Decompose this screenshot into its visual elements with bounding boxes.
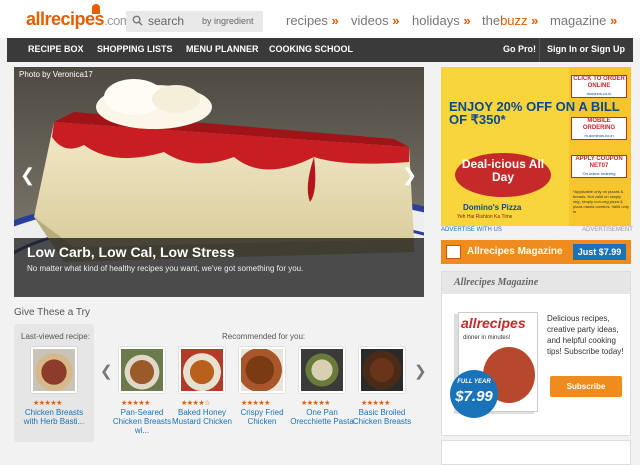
nav-arrow-icon: » [610,13,618,28]
nav-the-buzz[interactable]: thebuzz » [482,13,538,28]
rating-stars-icon: ★★★★★ [121,400,150,407]
nav-arrow-icon: » [331,13,339,28]
next-widget-edge [441,440,631,465]
magazine-cover-title: allrecipes [461,315,526,331]
price-badge-price: $7.99 [455,388,493,405]
ad-box-title: APPLY COUPON NET07 [575,156,623,169]
nav-magazine-label: magazine [550,13,607,28]
recipe-link[interactable]: Pan-Seared Chicken Breasts wi... [110,408,174,435]
hero-prev-arrow-icon[interactable]: ❮ [20,165,35,186]
advertisement-label: ADVERTISEMENT [582,227,633,233]
main-navbar: RECIPE BOX SHOPPING LISTS MENU PLANNER C… [7,38,633,62]
ad-box-sub: dominos.co.in [586,91,612,96]
price-badge: FULL YEAR $7.99 [450,370,498,418]
ad-box-title: CLICK TO ORDER ONLINE [573,76,625,89]
nav-arrow-icon: » [392,13,400,28]
ad-box-sub: m.dominos.co.in [584,133,614,138]
recipe-thumbnail[interactable] [359,347,405,393]
try-section-title: Give These a Try [14,307,90,318]
hero-subtitle: No matter what kind of healthy recipes y… [27,264,304,273]
site-logo[interactable]: allrecipes.com [26,9,131,30]
magazine-icon [446,245,461,259]
rating-stars-icon: ★★★★★ [241,400,270,407]
recipe-thumbnail[interactable] [299,347,345,393]
rating-stars-icon: ★★★★★ [301,400,330,407]
navbar-divider [539,38,540,62]
search-mode-toggle[interactable]: by ingredient [202,16,254,26]
ad-deal-banner: Deal-icious All Day [455,153,551,197]
nav-buzz-label-a: the [482,13,501,28]
recipe-link[interactable]: Baked Honey Mustard Chicken [170,408,234,426]
nav-arrow-icon: » [463,13,471,28]
rating-stars-icon: ★★★★★ [33,400,62,407]
price-badge-label: FULL YEAR [457,379,491,385]
magazine-cover-subtitle: dinner in minutes! [463,335,511,341]
magazine-price-button[interactable]: Just $7.99 [573,244,626,260]
go-pro-link[interactable]: Go Pro! [503,44,536,54]
search-icon [132,15,143,26]
magazine-bar-title: Allrecipes Magazine [467,246,563,257]
magazine-promo-bar[interactable]: Allrecipes Magazine Just $7.99 [441,240,631,264]
ad-coupon-box[interactable]: APPLY COUPON NET07 On online ordering [571,155,627,178]
navbar-menu-planner[interactable]: MENU PLANNER [186,44,259,54]
recipe-thumbnail[interactable] [119,347,165,393]
magazine-panel-header: Allrecipes Magazine [442,272,630,294]
magazine-panel: Allrecipes Magazine allrecipes dinner in… [441,271,631,436]
nav-holidays-label: holidays [412,13,460,28]
ad-box-sub: On online ordering [582,171,616,176]
rating-stars-icon: ★★★★☆ [181,400,210,407]
recipe-link[interactable]: One Pan Orecchiette Pasta [290,408,354,426]
navbar-shopping-lists[interactable]: SHOPPING LISTS [97,44,173,54]
recipe-thumbnail[interactable] [239,347,285,393]
ad-box-title: MOBILE ORDERING [582,118,616,131]
recipe-thumbnail[interactable] [179,347,225,393]
navbar-cooking-school[interactable]: COOKING SCHOOL [269,44,353,54]
hero-next-arrow-icon[interactable]: ❯ [402,165,417,186]
hero-slideshow[interactable]: Photo by Veronica17 ❮ ❯ Low Carb, Low Ca… [14,67,424,297]
ad-brand: Domino's Pizza [463,203,522,212]
nav-arrow-icon: » [531,13,539,28]
recommended-label: Recommended for you: [222,332,306,341]
carousel-next-icon[interactable]: ❯ [414,362,427,380]
magazine-description: Delicious recipes, creative party ideas,… [547,314,624,356]
subscribe-button[interactable]: Subscribe [550,376,622,397]
navbar-recipe-box[interactable]: RECIPE BOX [28,44,84,54]
search-input[interactable]: search [148,14,184,28]
recipe-link[interactable]: Crispy Fried Chicken [230,408,294,426]
nav-magazine[interactable]: magazine » [550,13,617,28]
sign-in-link[interactable]: Sign In or Sign Up [547,44,625,54]
hero-caption[interactable]: Low Carb, Low Cal, Low Stress No matter … [14,238,424,297]
nav-buzz-label-b: buzz [500,13,528,28]
magazine-panel-title: Allrecipes Magazine [454,277,539,288]
recipe-link[interactable]: Basic Broiled Chicken Breasts [350,408,414,426]
ad-fine-print: *Applicable only on pizzas & breads. Not… [573,189,629,214]
carousel-prev-icon[interactable]: ❮ [100,362,113,380]
advertise-link[interactable]: ADVERTISE WITH US [441,227,502,233]
nav-recipes[interactable]: recipes » [286,13,339,28]
photo-credit: Photo by Veronica17 [19,70,93,79]
ad-tagline: Yeh Hai Rishton Ka Time [457,214,513,220]
ad-order-online-box[interactable]: CLICK TO ORDER ONLINE dominos.co.in [571,75,627,98]
recipe-thumbnail[interactable] [31,347,77,393]
nav-holidays[interactable]: holidays » [412,13,471,28]
last-viewed-recipe-link[interactable]: Chicken Breasts with Herb Basti... [22,408,86,426]
dominos-advertisement[interactable]: ENJOY 20% OFF ON A BILL OF ₹350* Deal-ic… [441,67,631,226]
site-header: allrecipes.com search by ingredient reci… [0,0,640,38]
rating-stars-icon: ★★★★★ [361,400,390,407]
ad-mobile-ordering-box[interactable]: MOBILE ORDERING m.dominos.co.in [571,117,627,140]
last-viewed-label: Last-viewed recipe: [21,332,90,341]
page: allrecipes.com search by ingredient reci… [0,0,640,465]
nav-videos-label: videos [351,13,389,28]
nav-videos[interactable]: videos » [351,13,399,28]
hero-title[interactable]: Low Carb, Low Cal, Low Stress [27,244,235,260]
chef-hat-icon [92,4,100,14]
nav-recipes-label: recipes [286,13,328,28]
search-box[interactable]: search by ingredient [126,11,263,32]
